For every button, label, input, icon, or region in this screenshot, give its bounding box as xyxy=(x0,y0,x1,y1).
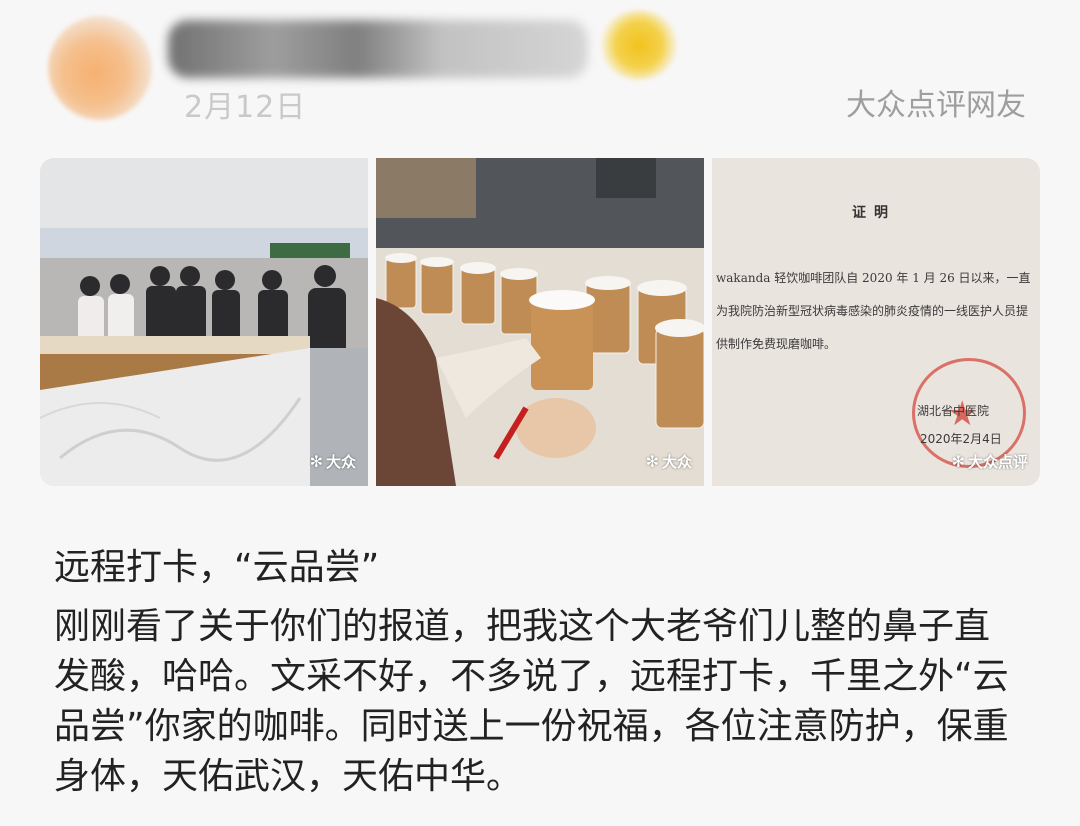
photo-coffee-cups[interactable]: ✻ 大众 xyxy=(376,158,704,486)
dianping-logo-icon: ✻ xyxy=(309,452,323,471)
post-source: 大众点评网友 xyxy=(846,88,1026,123)
review-title: 远程打卡，“云品尝” xyxy=(54,547,380,588)
seal-date: 2020年2月4日 xyxy=(920,432,1002,446)
watermark-text: 大众点评 xyxy=(967,453,1028,471)
user-badge-blurred xyxy=(600,10,678,80)
certificate-title: 证明 xyxy=(852,205,896,221)
dianping-logo-icon: ✻ xyxy=(645,452,659,471)
photo-watermark: ✻ 大众 xyxy=(646,451,692,472)
seal-text: 湖北省中医院 xyxy=(917,404,990,418)
dianping-logo-icon: ✻ xyxy=(951,452,965,471)
post-date: 2月12日 xyxy=(184,90,307,125)
review-card: 2月12日 大众点评网友 ✻ 大众 ✻ 大众 证明 wakanda 轻饮咖啡团队… xyxy=(0,0,1080,826)
photo-watermark: ✻ 大众 xyxy=(310,451,356,472)
avatar[interactable] xyxy=(48,16,152,120)
photo-staff-counter[interactable]: ✻ 大众 xyxy=(40,158,368,486)
username-blurred xyxy=(168,20,588,78)
photo-gallery: ✻ 大众 ✻ 大众 证明 wakanda 轻饮咖啡团队自 2020 年 1 月 … xyxy=(40,158,1040,486)
photo-certificate[interactable]: 证明 wakanda 轻饮咖啡团队自 2020 年 1 月 26 日以来，一直为… xyxy=(712,158,1040,486)
watermark-text: 大众 xyxy=(325,453,356,471)
watermark-text: 大众 xyxy=(661,453,692,471)
review-body: 刚刚看了关于你们的报道，把我这个大老爷们儿整的鼻子直发酸，哈哈。文采不好，不多说… xyxy=(54,606,1009,797)
certificate-body: wakanda 轻饮咖啡团队自 2020 年 1 月 26 日以来，一直为我院防… xyxy=(716,271,1031,351)
photo-watermark: ✻ 大众点评 xyxy=(952,451,1028,472)
